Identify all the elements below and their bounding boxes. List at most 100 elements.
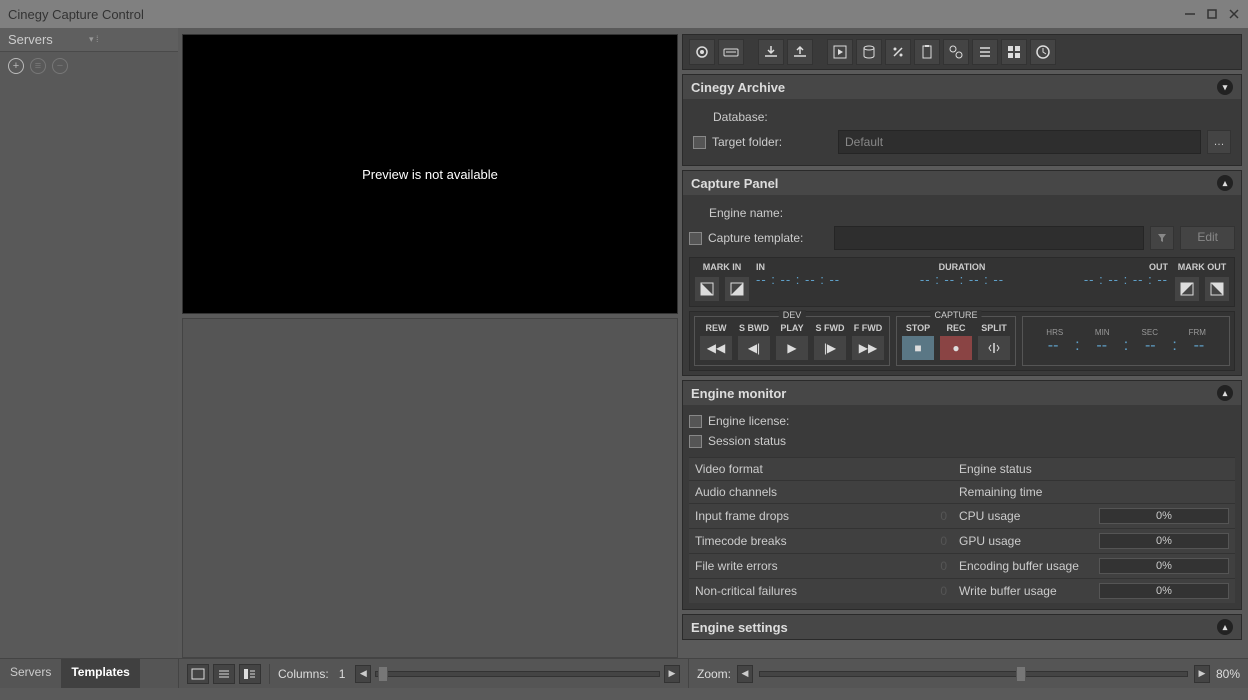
settings-title: Engine settings bbox=[691, 620, 1217, 635]
tab-servers[interactable]: Servers bbox=[0, 659, 61, 688]
progress-bar: 0% bbox=[1099, 583, 1229, 599]
zoom-slider[interactable] bbox=[759, 671, 1188, 677]
progress-bar: 0% bbox=[1099, 533, 1229, 549]
in-label: IN bbox=[756, 262, 893, 272]
timer-display: HRS MIN SEC FRM --: --: --: -- bbox=[1022, 316, 1230, 366]
step-back-button[interactable]: ◀| bbox=[737, 335, 771, 361]
preview-area: Preview is not available bbox=[182, 34, 678, 314]
engine-name-label: Engine name: bbox=[709, 206, 783, 220]
footer: Servers Templates Columns: 1 ◀ ▶ Zoom: ◀… bbox=[0, 658, 1248, 688]
sidebar: Servers ▾ ⁞ + ≡ − bbox=[0, 28, 178, 658]
out-label: OUT bbox=[1031, 262, 1168, 272]
archive-panel: Cinegy Archive ▾ Database: Target folder… bbox=[682, 74, 1242, 166]
view-detail-icon[interactable] bbox=[239, 664, 261, 684]
center-lower-area bbox=[182, 318, 678, 658]
maximize-button[interactable] bbox=[1206, 8, 1218, 20]
capture-template-label: Capture template: bbox=[708, 231, 828, 245]
capture-legend: CAPTURE bbox=[930, 310, 981, 320]
add-server-button[interactable]: + bbox=[8, 58, 24, 74]
collapse-button[interactable]: ▾ bbox=[1217, 79, 1233, 95]
download-icon[interactable] bbox=[758, 39, 784, 65]
filter-button[interactable] bbox=[1150, 226, 1174, 250]
gear-icon[interactable] bbox=[689, 39, 715, 65]
capture-template-checkbox[interactable] bbox=[689, 232, 702, 245]
settings-panel: Engine settings ▴ bbox=[682, 614, 1242, 640]
sidebar-header: Servers ▾ ⁞ bbox=[0, 28, 178, 52]
database-label: Database: bbox=[713, 110, 768, 124]
titlebar: Cinegy Capture Control bbox=[0, 0, 1248, 28]
sidebar-pin-icon[interactable]: ▾ ⁞ bbox=[89, 34, 170, 45]
rewind-button[interactable]: ◀◀ bbox=[699, 335, 733, 361]
stop-button[interactable]: ■ bbox=[901, 335, 935, 361]
collapse-button[interactable]: ▴ bbox=[1217, 385, 1233, 401]
cogs-icon[interactable] bbox=[943, 39, 969, 65]
columns-label: Columns: bbox=[278, 667, 329, 681]
fast-fwd-button[interactable]: ▶▶ bbox=[851, 335, 885, 361]
tc-out-value: -- : -- : -- : -- bbox=[1031, 272, 1168, 287]
table-row: Video formatEngine status bbox=[689, 458, 1235, 481]
collapse-button[interactable]: ▴ bbox=[1217, 619, 1233, 635]
record-button[interactable]: ● bbox=[939, 335, 973, 361]
table-row: Audio channelsRemaining time bbox=[689, 481, 1235, 504]
percent-icon[interactable] bbox=[885, 39, 911, 65]
mark-out-button[interactable] bbox=[1204, 276, 1230, 302]
close-button[interactable] bbox=[1228, 8, 1240, 20]
target-folder-label: Target folder: bbox=[712, 135, 832, 149]
monitor-table: Video formatEngine statusAudio channelsR… bbox=[689, 457, 1235, 603]
view-single-icon[interactable] bbox=[187, 664, 209, 684]
step-fwd-button[interactable]: |▶ bbox=[813, 335, 847, 361]
table-row: File write errors0Encoding buffer usage0… bbox=[689, 554, 1235, 579]
zoom-label: Zoom: bbox=[697, 667, 731, 681]
upload-icon[interactable] bbox=[787, 39, 813, 65]
capture-template-input[interactable] bbox=[834, 226, 1144, 250]
session-status-checkbox[interactable] bbox=[689, 435, 702, 448]
browse-button[interactable]: … bbox=[1207, 130, 1231, 154]
mark-out-label: MARK OUT bbox=[1178, 262, 1227, 272]
remove-server-button[interactable]: − bbox=[52, 58, 68, 74]
mark-in-clear-button[interactable] bbox=[724, 276, 750, 302]
table-row: Non-critical failures0Write buffer usage… bbox=[689, 579, 1235, 604]
keyboard-icon[interactable] bbox=[718, 39, 744, 65]
columns-slider[interactable] bbox=[375, 671, 660, 677]
capture-title: Capture Panel bbox=[691, 176, 1217, 191]
target-folder-input[interactable] bbox=[838, 130, 1201, 154]
list-icon[interactable] bbox=[972, 39, 998, 65]
tc-in-value: -- : -- : -- : -- bbox=[756, 272, 893, 287]
main-toolbar bbox=[682, 34, 1242, 70]
columns-decrease[interactable]: ◀ bbox=[355, 665, 371, 683]
view-list-icon[interactable] bbox=[213, 664, 235, 684]
monitor-panel: Engine monitor ▴ Engine license: Session… bbox=[682, 380, 1242, 610]
progress-bar: 0% bbox=[1099, 508, 1229, 524]
table-row: Input frame drops0CPU usage0% bbox=[689, 504, 1235, 529]
engine-license-label: Engine license: bbox=[708, 414, 789, 428]
edit-button[interactable]: Edit bbox=[1180, 226, 1235, 250]
sidebar-title: Servers bbox=[8, 32, 89, 47]
app-title: Cinegy Capture Control bbox=[8, 7, 1184, 22]
play-icon[interactable] bbox=[827, 39, 853, 65]
columns-value: 1 bbox=[333, 667, 352, 681]
progress-bar: 0% bbox=[1099, 558, 1229, 574]
zoom-decrease[interactable]: ◀ bbox=[737, 665, 753, 683]
capture-panel: Capture Panel ▴ Engine name: Capture tem… bbox=[682, 170, 1242, 376]
clipboard-icon[interactable] bbox=[914, 39, 940, 65]
columns-increase[interactable]: ▶ bbox=[664, 665, 680, 683]
split-button[interactable] bbox=[977, 335, 1011, 361]
collapse-button[interactable]: ▴ bbox=[1217, 175, 1233, 191]
engine-license-checkbox[interactable] bbox=[689, 415, 702, 428]
zoom-increase[interactable]: ▶ bbox=[1194, 665, 1210, 683]
duration-label: DURATION bbox=[893, 262, 1030, 272]
table-row: Timecode breaks0GPU usage0% bbox=[689, 529, 1235, 554]
dev-legend: DEV bbox=[779, 310, 806, 320]
grid-icon[interactable] bbox=[1001, 39, 1027, 65]
dev-fieldset: DEV REW◀◀ S BWD◀| PLAY▶ S FWD|▶ F FWD▶▶ bbox=[694, 316, 890, 366]
mark-in-button[interactable] bbox=[694, 276, 720, 302]
mark-out-clear-button[interactable] bbox=[1174, 276, 1200, 302]
preview-placeholder: Preview is not available bbox=[362, 167, 498, 182]
database-icon[interactable] bbox=[856, 39, 882, 65]
minimize-button[interactable] bbox=[1184, 8, 1196, 20]
play-button[interactable]: ▶ bbox=[775, 335, 809, 361]
edit-server-button[interactable]: ≡ bbox=[30, 58, 46, 74]
tab-templates[interactable]: Templates bbox=[61, 659, 139, 688]
target-folder-checkbox[interactable] bbox=[693, 136, 706, 149]
clock-icon[interactable] bbox=[1030, 39, 1056, 65]
